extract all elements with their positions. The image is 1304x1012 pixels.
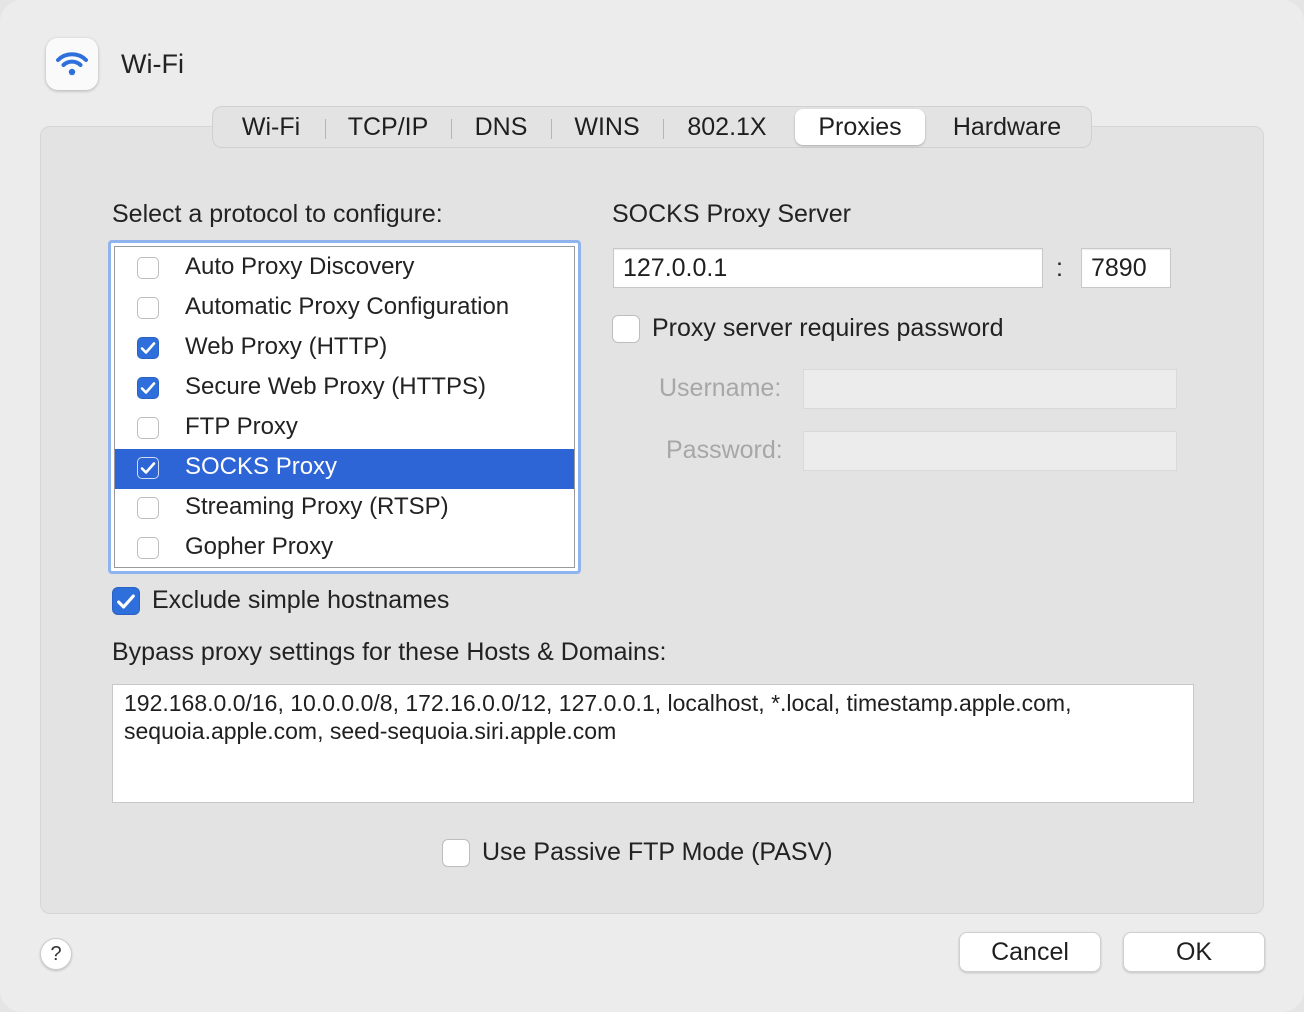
tab-separator [663,119,664,139]
checkmark-icon [140,462,156,474]
tab-separator [451,119,452,139]
secure-web-proxy-https-checkbox[interactable] [137,377,159,399]
tab-tcpip[interactable]: TCP/IP [327,109,449,145]
checkmark-icon [117,593,135,609]
socks-proxy-checkbox[interactable] [137,457,159,479]
help-button[interactable]: ? [40,938,72,970]
protocol-list[interactable]: Auto Proxy Discovery Automatic Proxy Con… [108,240,581,574]
bypass-label: Bypass proxy settings for these Hosts & … [112,638,667,666]
protocol-list-heading: Select a protocol to configure: [112,200,443,228]
host-port-separator: : [1056,254,1063,282]
exclude-simple-hostnames-checkbox[interactable] [112,587,140,615]
username-label: Username: [659,374,782,402]
protocol-label: Automatic Proxy Configuration [185,293,510,320]
protocol-row-socks-proxy[interactable]: SOCKS Proxy [115,449,574,489]
wifi-icon [46,38,98,90]
protocol-list-body: Auto Proxy Discovery Automatic Proxy Con… [114,246,575,568]
exclude-simple-hostnames-label: Exclude simple hostnames [152,586,450,614]
window-title: Wi-Fi [121,49,184,79]
protocol-label: Gopher Proxy [185,533,334,560]
protocol-label: FTP Proxy [185,413,298,440]
passive-ftp-checkbox[interactable] [442,839,470,867]
checkmark-icon [140,382,156,394]
automatic-proxy-configuration-checkbox[interactable] [137,297,159,319]
auto-proxy-discovery-checkbox[interactable] [137,257,159,279]
tab-dns[interactable]: DNS [453,109,549,145]
protocol-row-automatic-proxy-configuration[interactable]: Automatic Proxy Configuration [115,289,574,329]
bypass-domains-textarea[interactable]: 192.168.0.0/16, 10.0.0.0/8, 172.16.0.0/1… [112,684,1194,803]
tab-separator [325,119,326,139]
cancel-button[interactable]: Cancel [959,932,1101,972]
protocol-label: Auto Proxy Discovery [185,253,415,280]
tab-separator [551,119,552,139]
password-field[interactable] [803,431,1177,471]
protocol-label: Streaming Proxy (RTSP) [185,493,449,520]
proxy-host-field[interactable]: 127.0.0.1 [613,248,1043,288]
requires-password-label: Proxy server requires password [652,314,1004,342]
gopher-proxy-checkbox[interactable] [137,537,159,559]
tab-8021x[interactable]: 802.1X [665,109,789,145]
web-proxy-http-checkbox[interactable] [137,337,159,359]
tab-wifi[interactable]: Wi-Fi [219,109,323,145]
username-field[interactable] [803,369,1177,409]
protocol-label: Web Proxy (HTTP) [185,333,388,360]
protocol-label: Secure Web Proxy (HTTPS) [185,373,486,400]
passive-ftp-label: Use Passive FTP Mode (PASV) [482,838,833,866]
tab-bar: Wi-Fi TCP/IP DNS WINS 802.1X Proxies Har… [212,106,1092,148]
proxy-port-field[interactable]: 7890 [1081,248,1171,288]
protocol-row-web-proxy-http[interactable]: Web Proxy (HTTP) [115,329,574,369]
proxy-server-heading: SOCKS Proxy Server [612,200,851,228]
protocol-row-secure-web-proxy-https[interactable]: Secure Web Proxy (HTTPS) [115,369,574,409]
protocol-row-streaming-proxy-rtsp[interactable]: Streaming Proxy (RTSP) [115,489,574,529]
password-label: Password: [666,436,783,464]
streaming-proxy-rtsp-checkbox[interactable] [137,497,159,519]
network-settings-window: Wi-Fi Wi-Fi TCP/IP DNS WINS 802.1X Proxi… [0,0,1304,1012]
tab-hardware[interactable]: Hardware [929,109,1085,145]
ok-button[interactable]: OK [1123,932,1265,972]
protocol-row-auto-proxy-discovery[interactable]: Auto Proxy Discovery [115,249,574,289]
protocol-label: SOCKS Proxy [185,453,338,480]
protocol-row-ftp-proxy[interactable]: FTP Proxy [115,409,574,449]
checkmark-icon [140,342,156,354]
tab-proxies[interactable]: Proxies [795,109,925,145]
requires-password-checkbox[interactable] [612,315,640,343]
ftp-proxy-checkbox[interactable] [137,417,159,439]
protocol-row-gopher-proxy[interactable]: Gopher Proxy [115,529,574,569]
tab-wins[interactable]: WINS [553,109,661,145]
